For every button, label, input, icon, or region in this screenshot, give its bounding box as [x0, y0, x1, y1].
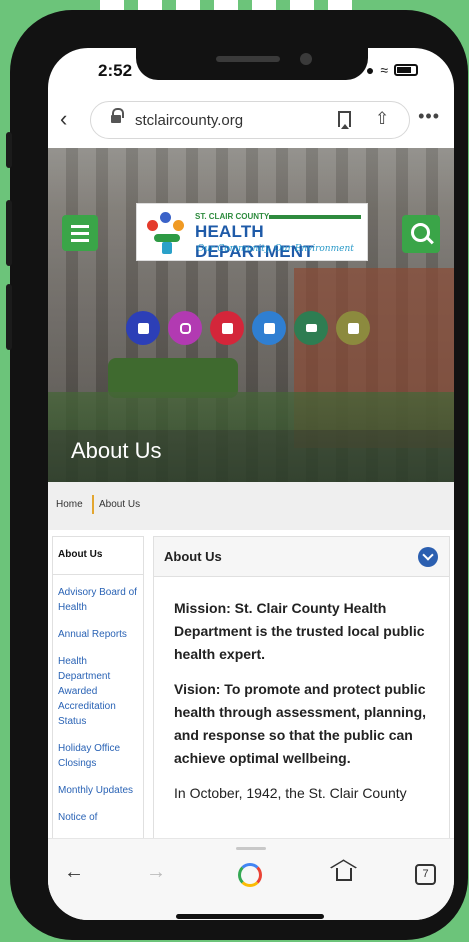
wifi-icon: ≈ — [380, 62, 388, 78]
url-text[interactable]: stclaircounty.org — [135, 112, 243, 129]
breadcrumb-home-link[interactable]: Home — [56, 499, 83, 510]
status-bar: 2:52 ● ≈ — [48, 48, 454, 104]
lock-icon — [111, 108, 124, 125]
logo-tagline: Our Community, Our Environment — [197, 244, 354, 254]
share-icon[interactable]: ⇧ — [375, 109, 389, 129]
search-button[interactable] — [402, 215, 440, 253]
about-us-accordion: About Us Mission: St. Clair County Healt… — [153, 536, 450, 876]
notch — [136, 48, 368, 80]
hero-banner: ST. CLAIR COUNTY HEALTH DEPARTMENT Our C… — [48, 148, 454, 482]
facebook-icon[interactable] — [126, 311, 160, 345]
sidebar-item-notice[interactable]: Notice of — [58, 810, 138, 825]
accordion-title: About Us — [164, 549, 222, 564]
accordion-body: Mission: St. Clair County Health Departm… — [154, 577, 449, 805]
home-indicator — [176, 914, 324, 919]
history-paragraph: In October, 1942, the St. Clair County — [174, 785, 407, 801]
menu-button[interactable] — [62, 215, 98, 251]
phone-frame: 2:52 ● ≈ ‹ stclaircounty.org ⇧ ••• ST. C… — [6, 10, 468, 940]
toolbar-grabber — [236, 847, 266, 850]
breadcrumb-separator — [92, 495, 94, 514]
back-arrow-icon[interactable]: ← — [64, 861, 84, 884]
address-bar[interactable]: stclaircounty.org ⇧ — [90, 101, 410, 139]
phone-screen: 2:52 ● ≈ ‹ stclaircounty.org ⇧ ••• ST. C… — [48, 48, 454, 920]
forward-arrow-icon[interactable]: → — [146, 861, 166, 884]
print-icon[interactable] — [336, 311, 370, 345]
browser-url-row: ‹ stclaircounty.org ⇧ ••• — [48, 98, 454, 144]
accordion-header[interactable]: About Us — [154, 537, 449, 577]
breadcrumb: Home About Us — [48, 482, 454, 530]
tabs-count-button[interactable]: 7 — [415, 864, 436, 885]
camera — [300, 53, 312, 65]
status-icons: ● ≈ — [366, 62, 418, 78]
bookmark-icon[interactable] — [338, 111, 351, 129]
google-icon[interactable] — [238, 863, 262, 887]
browser-back-chevron-icon[interactable]: ‹ — [60, 106, 67, 132]
sidebar-item-holiday-closings[interactable]: Holiday Office Closings — [58, 741, 138, 771]
email-icon[interactable] — [294, 311, 328, 345]
page-title: About Us — [71, 438, 162, 463]
sidebar-list: Advisory Board of Health Annual Reports … — [53, 575, 143, 825]
twitter-icon[interactable] — [252, 311, 286, 345]
volume-down-button — [6, 284, 12, 350]
logo-figures-icon — [143, 210, 191, 256]
vision-statement: Vision: To promote and protect public he… — [174, 681, 427, 766]
browser-bottom-toolbar: ← → 7 — [48, 838, 454, 920]
sidebar-item-accreditation[interactable]: Health Department Awarded Accreditation … — [58, 654, 138, 729]
more-options-icon[interactable]: ••• — [418, 106, 440, 127]
sidebar-item-advisory-board[interactable]: Advisory Board of Health — [58, 585, 138, 615]
speaker — [216, 56, 280, 62]
logo-county-text: ST. CLAIR COUNTY — [195, 212, 270, 221]
home-icon[interactable] — [336, 868, 352, 881]
silent-switch — [6, 132, 12, 168]
mission-statement: Mission: St. Clair County Health Departm… — [174, 600, 425, 662]
instagram-icon[interactable] — [168, 311, 202, 345]
youtube-icon[interactable] — [210, 311, 244, 345]
sidebar-title: About Us — [53, 537, 143, 575]
section-sidebar: About Us Advisory Board of Health Annual… — [52, 536, 144, 876]
status-time: 2:52 — [98, 61, 133, 80]
sidebar-item-monthly-updates[interactable]: Monthly Updates — [58, 783, 138, 798]
site-logo[interactable]: ST. CLAIR COUNTY HEALTH DEPARTMENT Our C… — [136, 203, 368, 261]
chevron-down-icon[interactable] — [418, 547, 438, 567]
battery-icon — [394, 64, 418, 76]
sidebar-item-annual-reports[interactable]: Annual Reports — [58, 627, 138, 642]
signal-icon: ● — [365, 62, 375, 78]
breadcrumb-current: About Us — [99, 499, 141, 510]
volume-up-button — [6, 200, 12, 266]
logo-department-text: HEALTH DEPARTMENT — [195, 222, 314, 261]
social-links — [126, 311, 370, 345]
logo-green-bar — [269, 215, 361, 219]
